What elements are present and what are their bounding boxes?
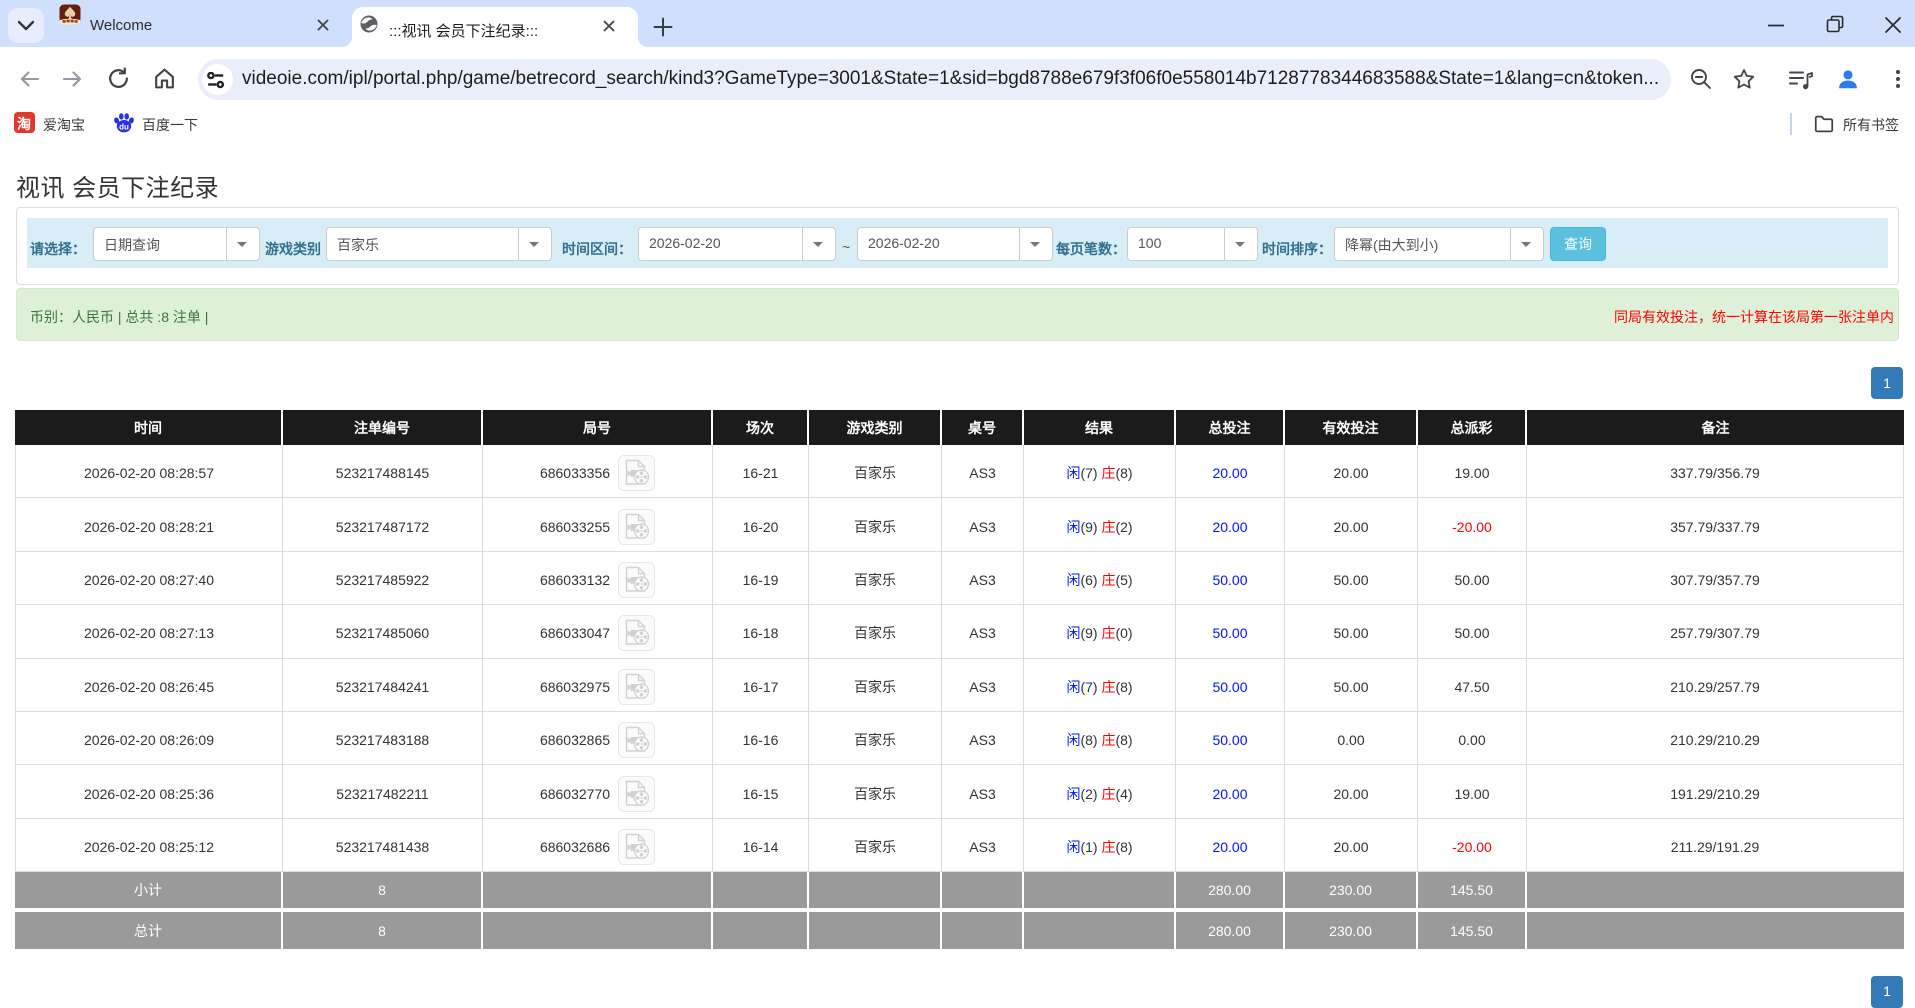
svg-text:du: du [119, 123, 129, 132]
